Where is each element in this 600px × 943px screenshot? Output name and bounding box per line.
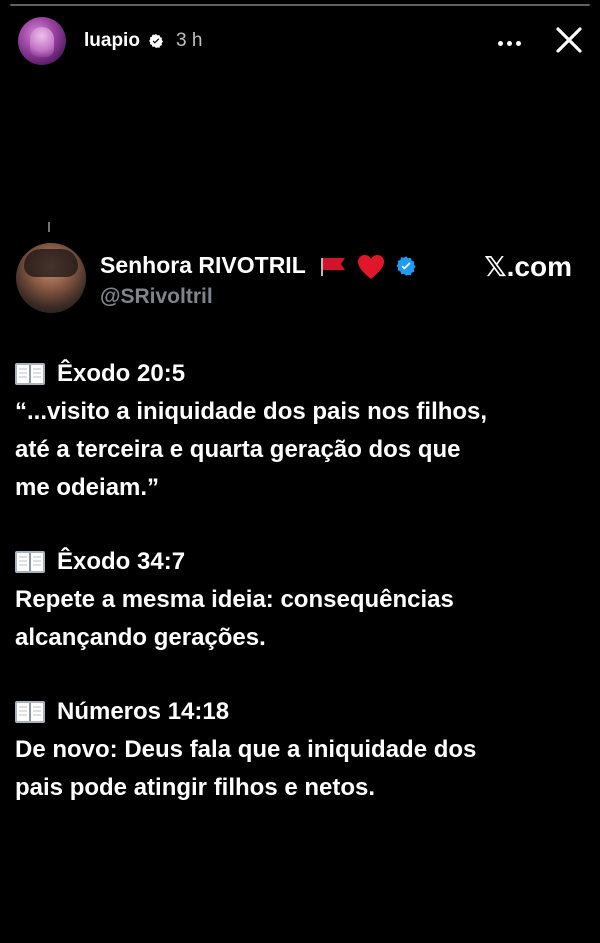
more-options-icon[interactable] bbox=[496, 38, 524, 48]
verified-badge-icon bbox=[396, 256, 416, 276]
story-time: 3 h bbox=[176, 30, 203, 51]
tweet-body: Êxodo 20:5 “...visito a iniquidade dos p… bbox=[15, 355, 585, 807]
story-header: luapio 3 h bbox=[0, 14, 600, 70]
open-book-icon bbox=[15, 363, 45, 385]
tweet-header: Senhora RIVOTRIL @SRivoltril 𝕏.com bbox=[16, 243, 586, 317]
verse-reference: Êxodo 34:7 bbox=[57, 548, 186, 575]
faint-divider-mark bbox=[48, 222, 50, 232]
verse-reference-row: Números 14:18 bbox=[15, 693, 585, 731]
story-username[interactable]: luapio bbox=[84, 30, 140, 52]
verse-reference-row: Êxodo 20:5 bbox=[15, 355, 585, 393]
tweet-author-avatar[interactable] bbox=[16, 243, 86, 313]
avatar-figure bbox=[30, 27, 54, 57]
profile-avatar[interactable] bbox=[18, 17, 66, 65]
verse-reference: Êxodo 20:5 bbox=[57, 360, 186, 387]
verse-reference-row: Êxodo 34:7 bbox=[15, 543, 585, 581]
tweet-display-name[interactable]: Senhora RIVOTRIL bbox=[100, 252, 306, 279]
red-heart-icon bbox=[358, 255, 384, 279]
more-dot bbox=[507, 41, 512, 46]
verse-block: Êxodo 20:5 “...visito a iniquidade dos p… bbox=[15, 355, 585, 507]
open-book-icon bbox=[15, 551, 45, 573]
close-icon[interactable] bbox=[554, 25, 584, 55]
more-dot bbox=[516, 41, 521, 46]
verse-text: Repete a mesma ideia: consequências alca… bbox=[15, 586, 454, 651]
tweet-handle[interactable]: @SRivoltril bbox=[100, 285, 213, 309]
verse-reference: Números 14:18 bbox=[57, 698, 230, 725]
more-dot bbox=[498, 41, 503, 46]
verse-text: “...visito a iniquidade dos pais nos fil… bbox=[15, 398, 488, 501]
verse-block: Números 14:18 De novo: Deus fala que a i… bbox=[15, 693, 585, 807]
verse-text: De novo: Deus fala que a iniquidade dos … bbox=[15, 736, 477, 801]
verified-badge-icon bbox=[149, 34, 163, 48]
red-flag-icon bbox=[321, 258, 345, 276]
verse-block: Êxodo 34:7 Repete a mesma ideia: consequ… bbox=[15, 543, 585, 657]
story-progress-bar bbox=[10, 4, 590, 6]
open-book-icon bbox=[15, 701, 45, 723]
x-brand-label: 𝕏.com bbox=[484, 251, 572, 282]
